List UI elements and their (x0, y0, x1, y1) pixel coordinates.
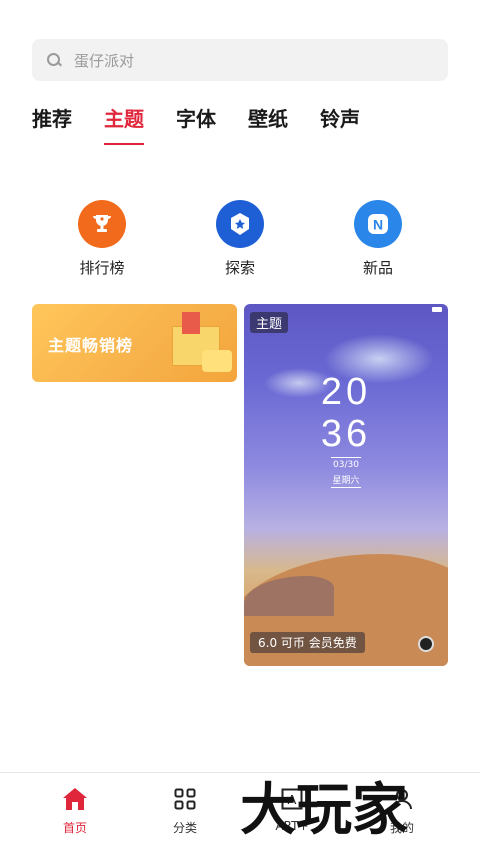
grid-icon (145, 785, 225, 813)
tab-recommend[interactable]: 推荐 (32, 103, 72, 145)
clock-hour: 20 (320, 371, 372, 413)
search-bar[interactable]: 蛋仔派对 (32, 39, 448, 81)
quick-link-explore[interactable]: 探索 (195, 200, 285, 278)
clock-divider (331, 457, 361, 458)
quick-link-new[interactable]: N 新品 (333, 200, 423, 278)
nav-label: 分类 (172, 821, 197, 835)
home-icon (35, 785, 115, 813)
quick-link-rankings[interactable]: 排行榜 (57, 200, 147, 278)
desert-dune-image (244, 576, 334, 616)
svg-text:N: N (373, 217, 383, 233)
search-icon (46, 52, 62, 68)
clock-date: 03/30 (333, 460, 359, 470)
tab-ringtones[interactable]: 铃声 (320, 103, 360, 145)
nav-categories[interactable]: 分类 (145, 785, 225, 836)
quick-link-label: 探索 (224, 259, 255, 277)
tab-themes[interactable]: 主题 (104, 103, 144, 145)
quick-link-label: 新品 (362, 259, 393, 277)
camera-icon (418, 636, 434, 652)
nav-label: 首页 (62, 821, 87, 835)
new-icon: N (354, 200, 402, 248)
quick-link-label: 排行榜 (79, 259, 125, 277)
clock-minute: 36 (320, 413, 372, 455)
theme-tag: 主题 (250, 312, 289, 333)
tab-wallpapers[interactable]: 壁纸 (248, 103, 288, 145)
compass-icon (216, 200, 264, 248)
tab-fonts[interactable]: 字体 (176, 103, 216, 145)
search-placeholder: 蛋仔派对 (74, 51, 135, 70)
watermark-logo: 大玩家 (240, 778, 408, 843)
banner-illustration (202, 350, 232, 372)
trophy-icon (78, 200, 126, 248)
clock-divider (331, 487, 361, 488)
banner-title: 主题畅销榜 (48, 336, 134, 355)
theme-price: 6.0 可币 会员免费 (250, 632, 365, 653)
theme-card[interactable]: 主题 20 36 03/30 星期六 6.0 可币 会员免费 (244, 304, 448, 666)
nav-home[interactable]: 首页 (35, 785, 115, 836)
category-tabs: 推荐 主题 字体 壁纸 铃声 (32, 103, 392, 145)
clock-weekday: 星期六 (332, 476, 360, 486)
bestseller-banner[interactable]: 主题畅销榜 (32, 304, 237, 382)
banner-illustration (182, 312, 200, 334)
